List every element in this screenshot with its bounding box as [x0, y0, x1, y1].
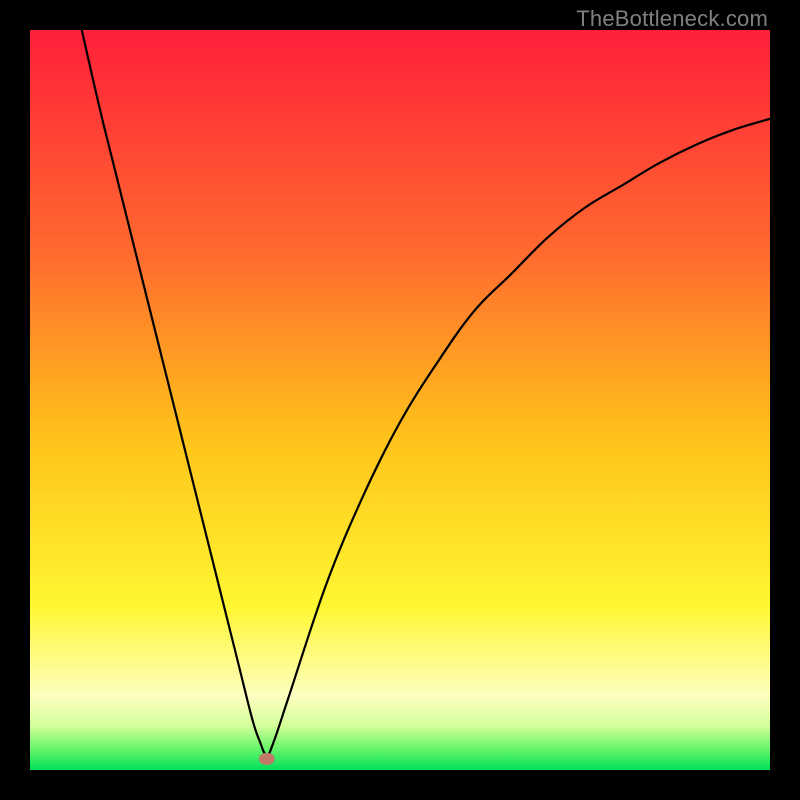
chart-frame: TheBottleneck.com	[0, 0, 800, 800]
chart-svg	[30, 30, 770, 770]
plot-area	[30, 30, 770, 770]
marker-dot	[259, 753, 275, 765]
gradient-background	[30, 30, 770, 770]
brand-label: TheBottleneck.com	[576, 6, 768, 32]
